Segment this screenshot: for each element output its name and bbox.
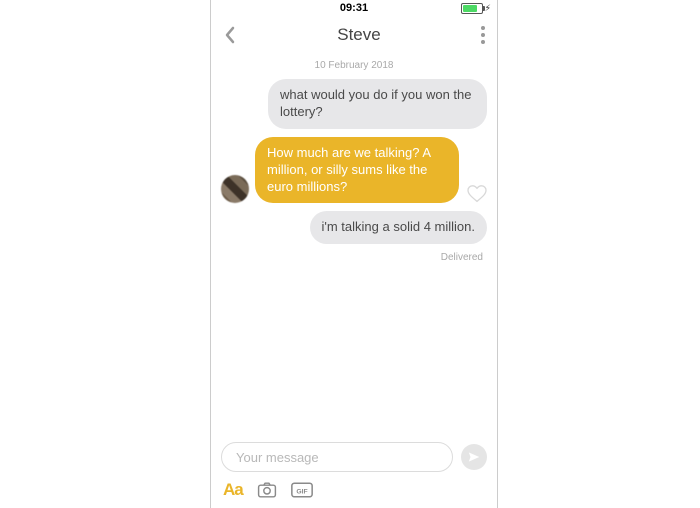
more-options-button[interactable]	[481, 26, 485, 44]
like-message-button[interactable]	[467, 185, 487, 203]
gif-button[interactable]: GIF	[291, 482, 313, 498]
status-right: ⚡︎	[461, 3, 491, 14]
input-row	[221, 442, 487, 472]
send-button[interactable]	[461, 444, 487, 470]
battery-fill	[463, 5, 477, 12]
status-time: 09:31	[340, 2, 368, 14]
message-row-outgoing: How much are we talking? A million, or s…	[221, 137, 487, 204]
message-bubble[interactable]: what would you do if you won the lottery…	[268, 79, 487, 129]
battery-icon	[461, 3, 483, 14]
message-list[interactable]: 10 February 2018 what would you do if yo…	[211, 52, 497, 442]
date-separator: 10 February 2018	[221, 60, 487, 71]
message-input[interactable]	[221, 442, 453, 472]
delivered-label: Delivered	[221, 252, 483, 263]
svg-text:GIF: GIF	[296, 488, 307, 495]
back-button[interactable]	[223, 26, 237, 44]
chat-title: Steve	[337, 25, 380, 45]
camera-button[interactable]	[257, 482, 277, 498]
charging-icon: ⚡︎	[485, 3, 491, 14]
chat-screen: 09:31 ⚡︎ Steve 10 February 2018 what wou…	[210, 0, 498, 508]
status-bar: 09:31 ⚡︎	[211, 0, 497, 18]
composer-toolbar: Aa GIF	[221, 478, 487, 504]
text-format-button[interactable]: Aa	[223, 480, 243, 500]
composer: Aa GIF	[211, 442, 497, 508]
message-row-incoming: what would you do if you won the lottery…	[221, 79, 487, 129]
message-bubble[interactable]: i'm talking a solid 4 million.	[310, 211, 488, 244]
chat-header: Steve	[211, 18, 497, 52]
avatar[interactable]	[221, 175, 249, 203]
message-row-incoming: i'm talking a solid 4 million.	[221, 211, 487, 244]
message-bubble[interactable]: How much are we talking? A million, or s…	[255, 137, 459, 204]
